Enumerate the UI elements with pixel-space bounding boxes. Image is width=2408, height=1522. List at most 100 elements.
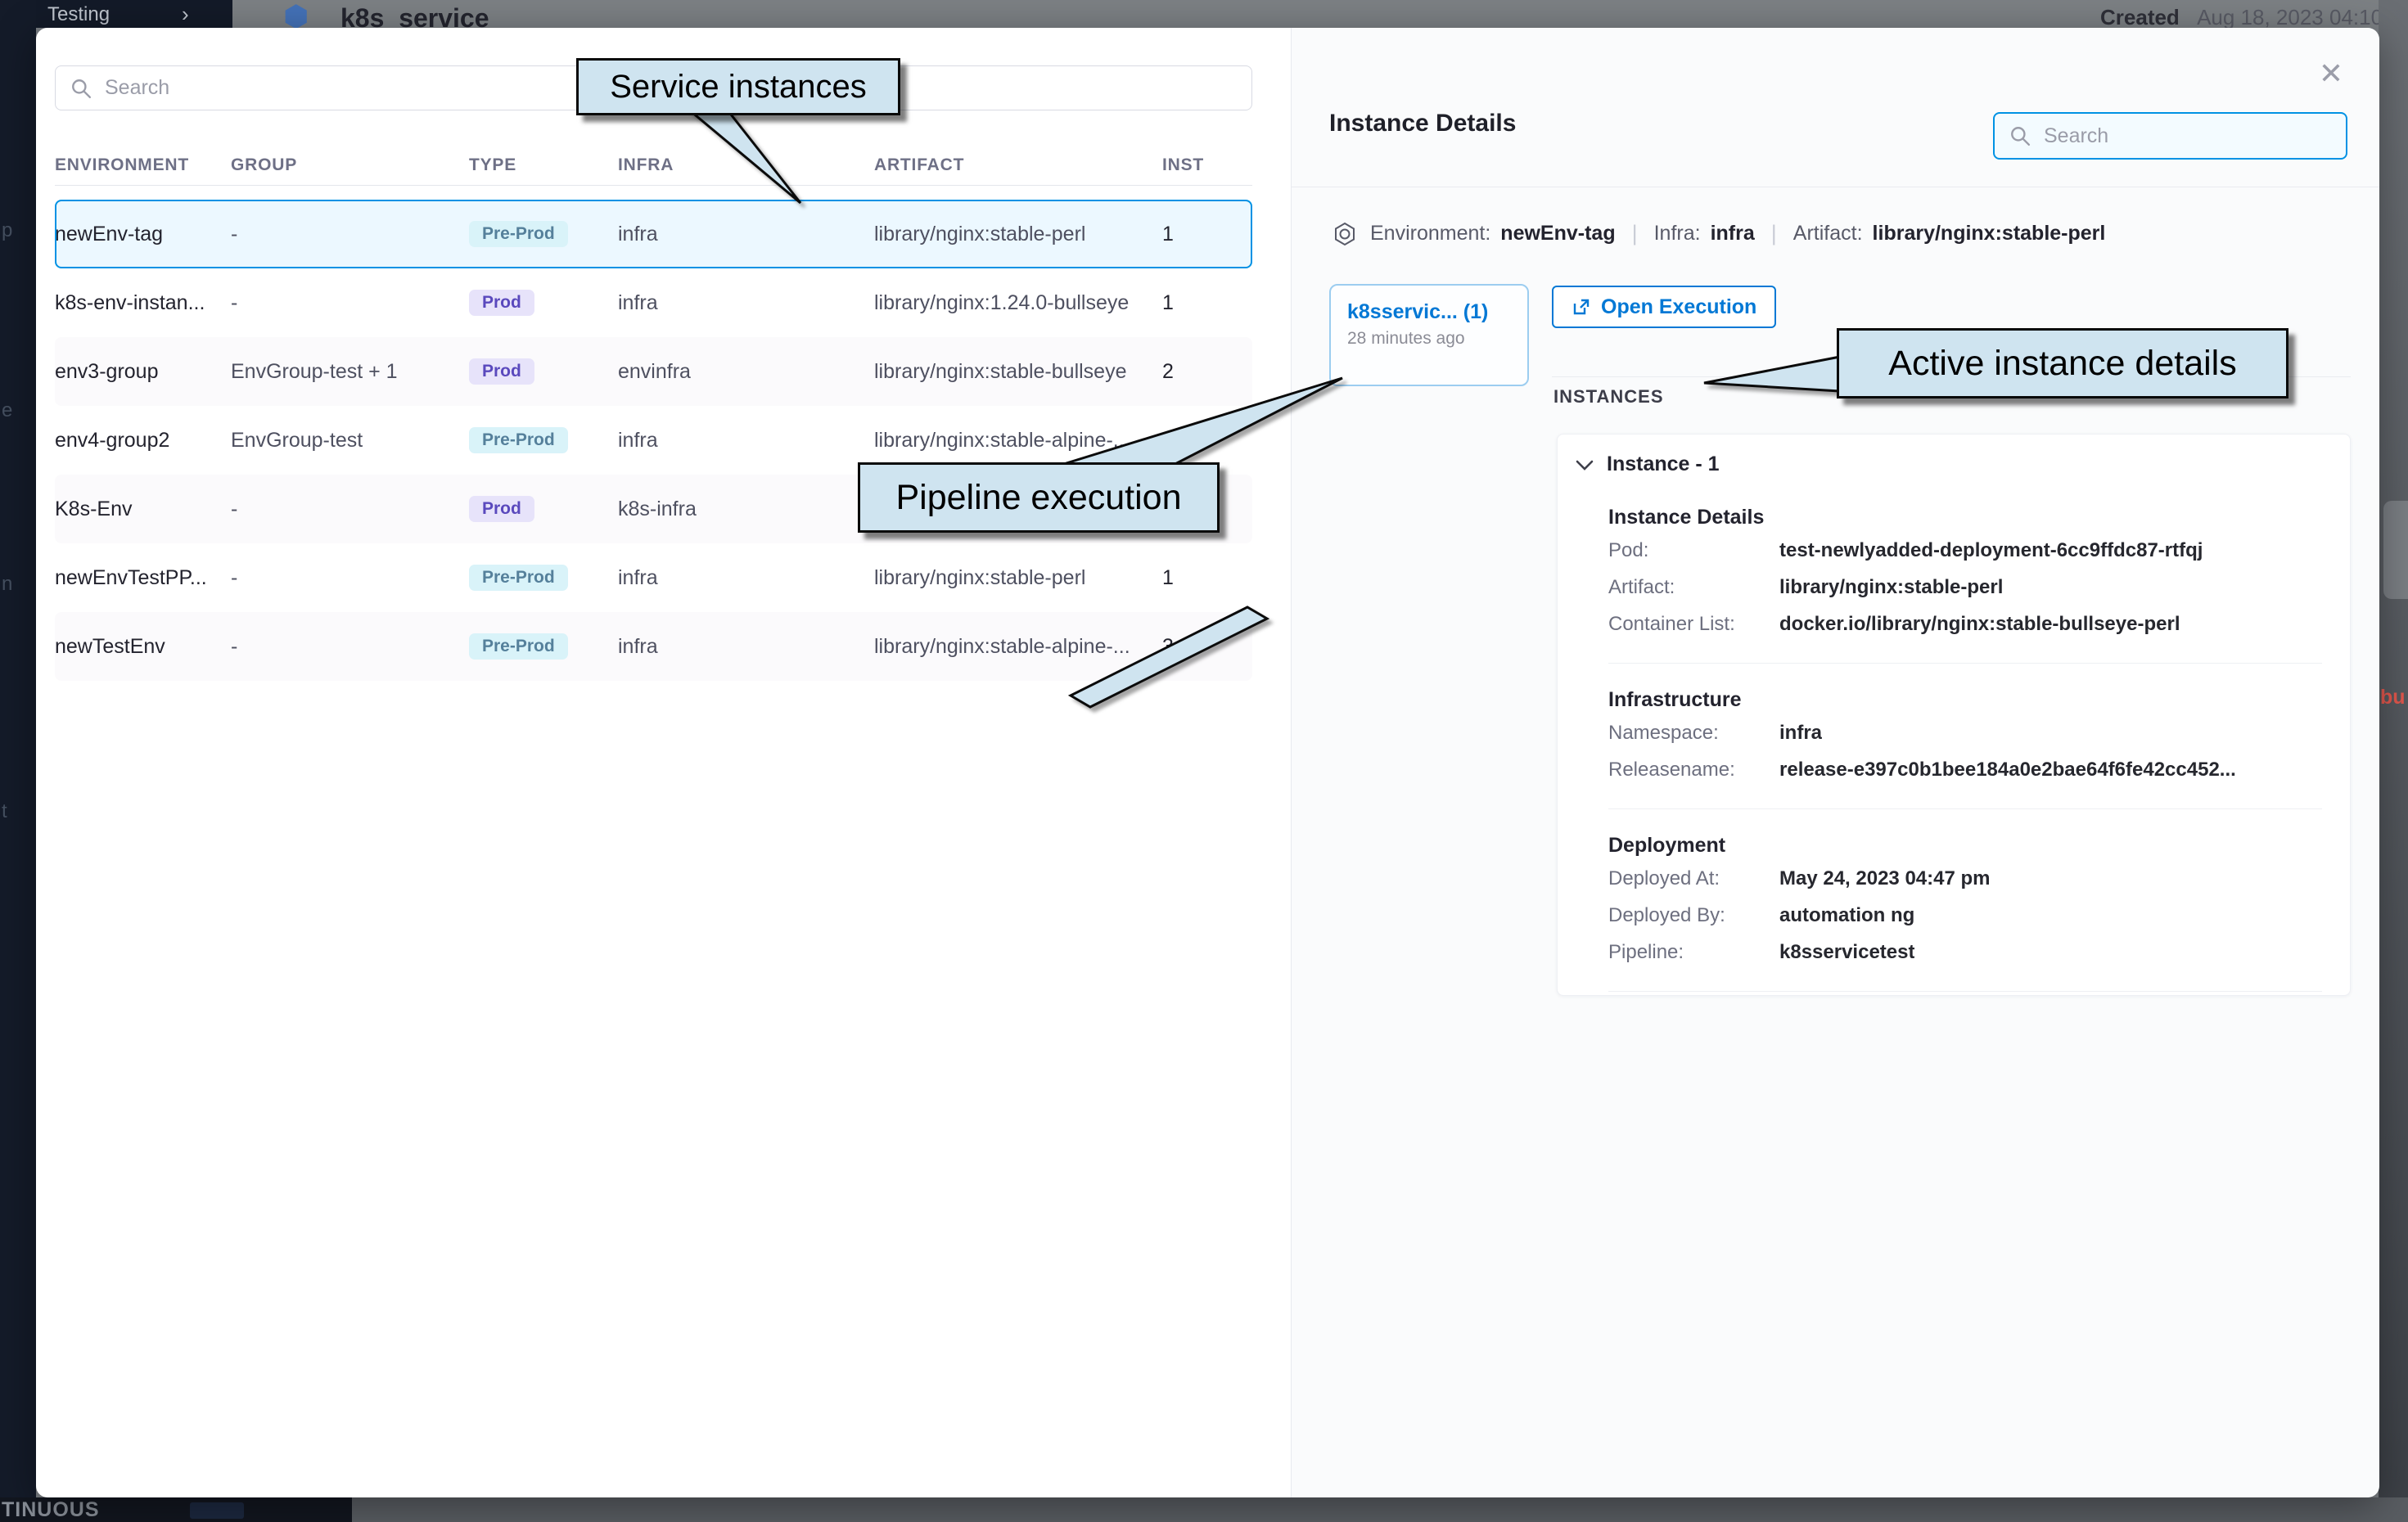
kv-label: Releasename: xyxy=(1608,754,1779,786)
search-icon xyxy=(70,78,92,99)
environment-value: newEnv-tag xyxy=(1500,222,1615,245)
cell-environment: newTestEnv xyxy=(55,635,231,659)
kv-row: Deployed By: automation ng xyxy=(1608,899,2322,931)
cell-type: Pre-Prod xyxy=(469,565,618,591)
table-row[interactable]: k8s-env-instan... - Prod infra library/n… xyxy=(55,268,1252,337)
cell-group: - xyxy=(231,635,469,659)
page-header-bar: Testing › ⬢ k8s_service Created Aug 18, … xyxy=(0,0,2408,28)
execution-time: 28 minutes ago xyxy=(1347,329,1527,349)
service-instances-modal: ENVIRONMENT GROUP TYPE INFRA ARTIFACT IN… xyxy=(36,28,2379,1497)
cell-environment: env3-group xyxy=(55,360,231,384)
col-inst: INST xyxy=(1162,155,1252,175)
cell-type: Prod xyxy=(469,496,618,522)
close-icon[interactable]: ✕ xyxy=(2313,56,2349,92)
external-link-icon xyxy=(1572,297,1591,317)
pipeline-execution-callout: Pipeline execution xyxy=(858,462,1220,533)
environment-label: Environment: xyxy=(1370,222,1490,245)
section-heading: Deployment xyxy=(1608,834,2322,858)
cell-group: - xyxy=(231,498,469,521)
instance-search-field[interactable] xyxy=(1993,112,2347,160)
kv-value: test-newlyadded-deployment-6cc9ffdc87-rt… xyxy=(1779,534,2203,566)
cell-environment: env4-group2 xyxy=(55,429,231,453)
kv-label: Deployed At: xyxy=(1608,862,1779,894)
created-timestamp: Created Aug 18, 2023 04:10 am xyxy=(2100,5,2408,30)
footer-dark-segment: TINUOUS xyxy=(0,1497,352,1522)
meta-separator: | xyxy=(1771,221,1777,246)
infra-label: Infra: xyxy=(1654,222,1701,245)
section-divider xyxy=(1608,808,2322,809)
type-badge: Pre-Prod xyxy=(469,427,568,453)
environment-meta-row: Environment: newEnv-tag | Infra: infra |… xyxy=(1333,221,2105,246)
kv-label: Artifact: xyxy=(1608,571,1779,603)
cell-infra: envinfra xyxy=(618,360,874,384)
kv-label: Deployed By: xyxy=(1608,899,1779,931)
cell-group: - xyxy=(231,291,469,315)
section-heading: Instance Details xyxy=(1608,506,2322,529)
cell-group: EnvGroup-test + 1 xyxy=(231,360,469,384)
table-header-divider xyxy=(55,185,1252,186)
instances-table-pane: ENVIRONMENT GROUP TYPE INFRA ARTIFACT IN… xyxy=(36,28,1291,1497)
instances-heading: INSTANCES xyxy=(1553,386,1664,408)
instance-title: Instance - 1 xyxy=(1607,453,1720,476)
service-instances-callout: Service instances xyxy=(576,58,900,115)
open-execution-button[interactable]: Open Execution xyxy=(1552,286,1776,328)
cell-group: - xyxy=(231,223,469,246)
search-input[interactable] xyxy=(2042,124,2346,149)
table-row[interactable]: newEnvTestPP... - Pre-Prod infra library… xyxy=(55,543,1252,612)
cell-artifact: library/nginx:1.24.0-bullseye xyxy=(874,291,1162,315)
type-badge: Pre-Prod xyxy=(469,221,568,247)
cell-type: Prod xyxy=(469,290,618,316)
table-header-row: ENVIRONMENT GROUP TYPE INFRA ARTIFACT IN… xyxy=(55,155,1252,175)
type-badge: Prod xyxy=(469,496,534,522)
instance-body: Instance Details Pod: test-newlyadded-de… xyxy=(1608,506,2322,992)
col-artifact: ARTIFACT xyxy=(874,155,1162,175)
cell-environment: k8s-env-instan... xyxy=(55,291,231,315)
cell-environment: newEnvTestPP... xyxy=(55,566,231,590)
kv-value: infra xyxy=(1779,717,1822,749)
execution-card[interactable]: k8sservic... (1) 28 minutes ago xyxy=(1329,284,1529,386)
kv-row: Deployed At: May 24, 2023 04:47 pm xyxy=(1608,862,2322,894)
left-nav-edge: pent xyxy=(0,0,36,1522)
cell-type: Prod xyxy=(469,358,618,385)
col-type: TYPE xyxy=(469,155,618,175)
artifact-label: Artifact: xyxy=(1793,222,1863,245)
table-row[interactable]: env3-group EnvGroup-test + 1 Prod envinf… xyxy=(55,337,1252,406)
cell-environment: newEnv-tag xyxy=(55,223,231,246)
clipped-ui-sliver xyxy=(2383,501,2408,599)
environment-icon xyxy=(1333,222,1357,246)
callout-text: Service instances xyxy=(610,69,866,106)
cell-inst: 2 xyxy=(1162,360,1252,384)
table-row[interactable]: newEnv-tag - Pre-Prod infra library/ngin… xyxy=(55,200,1252,268)
cell-infra: k8s-infra xyxy=(618,498,874,521)
active-instance-details-callout: Active instance details xyxy=(1837,328,2289,399)
instance-collapse-header[interactable]: Instance - 1 xyxy=(1558,435,2350,481)
service-hexagon-icon: ⬢ xyxy=(283,2,309,31)
cell-inst: 1 xyxy=(1162,223,1252,246)
kv-value: k8sservicetest xyxy=(1779,936,1914,968)
kv-label: Pipeline: xyxy=(1608,936,1779,968)
kv-row: Container List: docker.io/library/nginx:… xyxy=(1608,608,2322,640)
kv-label: Container List: xyxy=(1608,608,1779,640)
cell-inst: 3 xyxy=(1162,635,1252,659)
cell-group: - xyxy=(231,566,469,590)
footer-blue-accent xyxy=(190,1502,244,1519)
cell-artifact: library/nginx:stable-perl xyxy=(874,223,1162,246)
cell-group: EnvGroup-test xyxy=(231,429,469,453)
cell-infra: infra xyxy=(618,291,874,315)
col-infra: INFRA xyxy=(618,155,874,175)
cell-type: Pre-Prod xyxy=(469,633,618,660)
cell-artifact: library/nginx:stable-bullseye xyxy=(874,360,1162,384)
breadcrumb: Testing xyxy=(47,3,110,26)
kv-row: Pod: test-newlyadded-deployment-6cc9ffdc… xyxy=(1608,534,2322,566)
open-execution-label: Open Execution xyxy=(1601,295,1756,319)
col-environment: ENVIRONMENT xyxy=(55,155,231,175)
section-divider xyxy=(1608,991,2322,992)
cell-type: Pre-Prod xyxy=(469,221,618,247)
pane-title: Instance Details xyxy=(1329,110,1516,137)
table-row[interactable]: newTestEnv - Pre-Prod infra library/ngin… xyxy=(55,612,1252,681)
kv-value: release-e397c0b1bee184a0e2bae64f6fe42cc4… xyxy=(1779,754,2236,786)
right-page-edge xyxy=(2379,0,2408,1522)
kv-value: docker.io/library/nginx:stable-bullseye-… xyxy=(1779,608,2180,640)
cell-artifact: library/nginx:stable-alpine-... xyxy=(874,429,1162,453)
screenshot-root: Testing › ⬢ k8s_service Created Aug 18, … xyxy=(0,0,2408,1522)
